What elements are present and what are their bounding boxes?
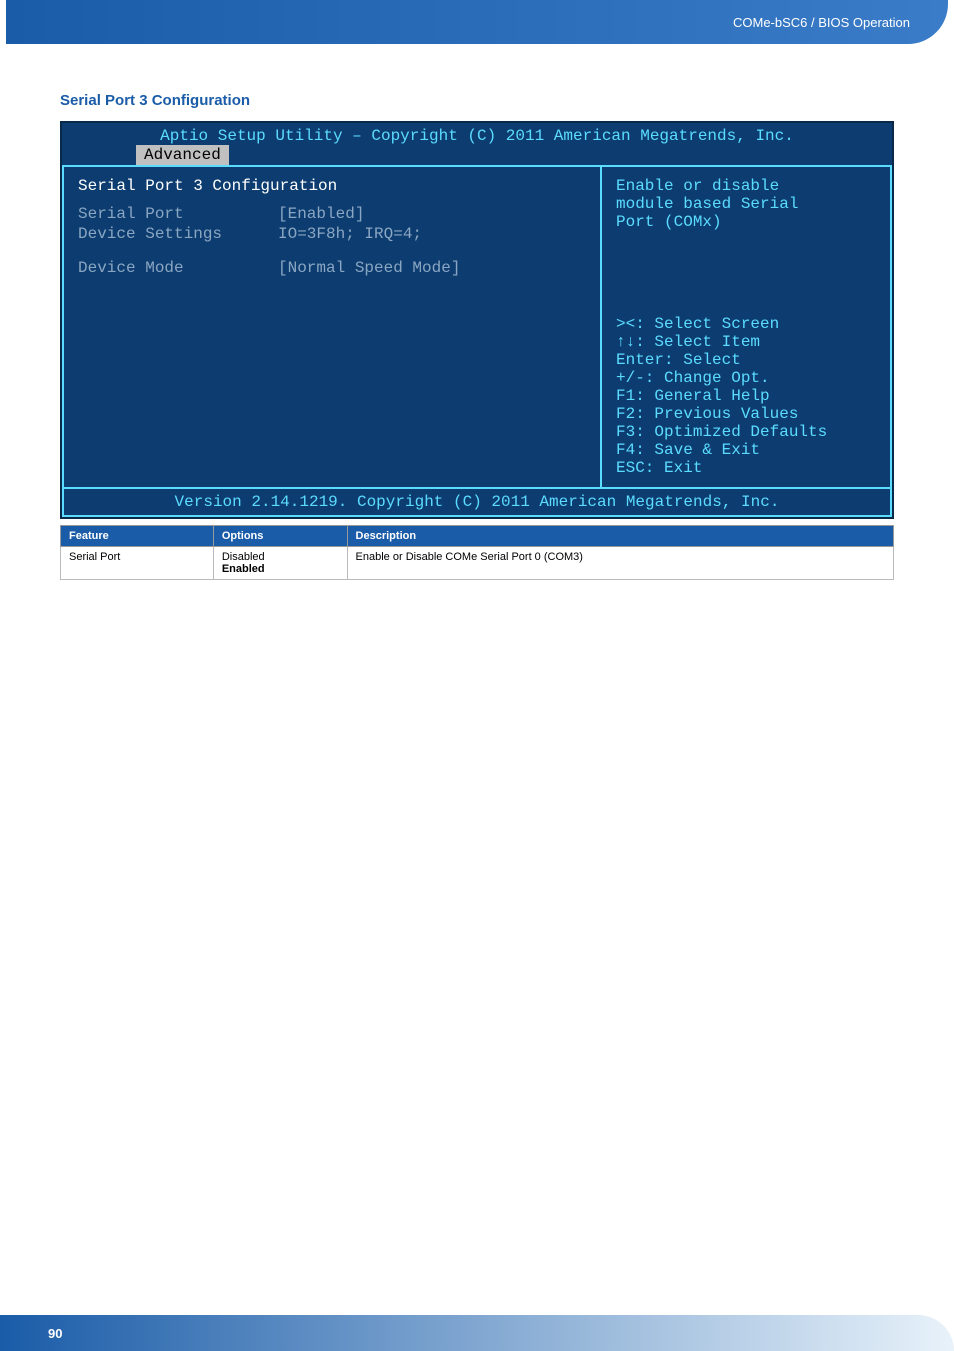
bios-left-panel: Serial Port 3 Configuration Serial Port … xyxy=(62,167,600,489)
bios-right-panel: Enable or disable module based Serial Po… xyxy=(600,167,892,489)
feature-table: Feature Options Description Serial Port … xyxy=(60,525,894,580)
breadcrumb: COMe-bSC6 / BIOS Operation xyxy=(733,15,910,30)
bios-row: Device Mode [Normal Speed Mode] xyxy=(78,259,586,277)
cell-feature: Serial Port xyxy=(61,547,214,580)
table-row: Serial Port Disabled Enabled Enable or D… xyxy=(61,547,894,580)
bios-help-keys: ><: Select Screen ↑↓: Select Item Enter:… xyxy=(616,315,876,477)
page-number: 90 xyxy=(48,1326,62,1341)
option-enabled: Enabled xyxy=(222,563,339,575)
bios-version-bar: Version 2.14.1219. Copyright (C) 2011 Am… xyxy=(62,489,892,517)
bios-help-description: Enable or disable module based Serial Po… xyxy=(616,177,876,231)
page-footer: 90 xyxy=(0,1315,954,1351)
page-content: Serial Port 3 Configuration Aptio Setup … xyxy=(0,62,954,610)
bios-row: Serial Port [Enabled] xyxy=(78,205,586,223)
bios-screenshot: Aptio Setup Utility – Copyright (C) 2011… xyxy=(60,121,894,519)
table-header-feature: Feature xyxy=(61,526,214,547)
table-header-options: Options xyxy=(213,526,347,547)
bios-row-label: Serial Port xyxy=(78,205,278,223)
bios-tab-advanced: Advanced xyxy=(136,145,229,165)
bios-page-heading: Serial Port 3 Configuration xyxy=(78,177,586,195)
cell-description: Enable or Disable COMe Serial Port 0 (CO… xyxy=(347,547,893,580)
bios-body: Serial Port 3 Configuration Serial Port … xyxy=(62,165,892,489)
bios-row-value: [Enabled] xyxy=(278,205,586,223)
table-header-description: Description xyxy=(347,526,893,547)
bios-tab-row: Advanced xyxy=(62,145,892,165)
cell-options: Disabled Enabled xyxy=(213,547,347,580)
section-title: Serial Port 3 Configuration xyxy=(60,92,894,109)
bios-title-bar: Aptio Setup Utility – Copyright (C) 2011… xyxy=(62,123,892,165)
bios-row-value: IO=3F8h; IRQ=4; xyxy=(278,225,586,243)
option-disabled: Disabled xyxy=(222,551,339,563)
bios-title: Aptio Setup Utility – Copyright (C) 2011… xyxy=(62,127,892,145)
page-header: COMe-bSC6 / BIOS Operation xyxy=(6,0,948,44)
bios-row: Device Settings IO=3F8h; IRQ=4; xyxy=(78,225,586,243)
bios-row-value: [Normal Speed Mode] xyxy=(278,259,586,277)
bios-row-label: Device Mode xyxy=(78,259,278,277)
bios-row-label: Device Settings xyxy=(78,225,278,243)
